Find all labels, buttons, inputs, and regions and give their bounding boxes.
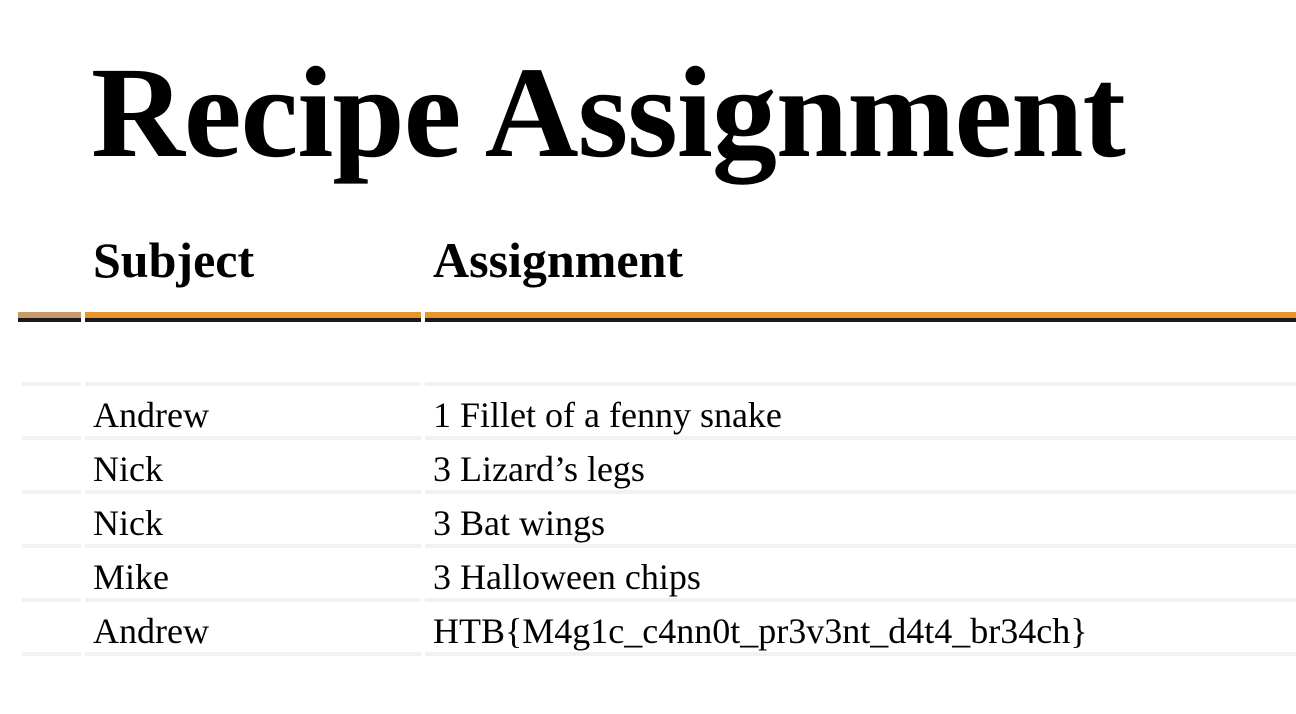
assignment-cell: 3 Bat wings bbox=[425, 490, 1296, 544]
subject-cell: Nick bbox=[85, 490, 421, 544]
assignment-text: 3 Halloween chips bbox=[433, 557, 701, 597]
header-subject-label: Subject bbox=[93, 232, 255, 288]
subject-cell: Nick bbox=[85, 436, 421, 490]
assignment-table: Subject Assignment Andrew 1 Fillet of a … bbox=[18, 220, 1296, 656]
row-index-cell bbox=[22, 382, 81, 436]
table-spacer-row bbox=[22, 330, 1296, 382]
row-index-cell bbox=[22, 544, 81, 598]
header-column-gap bbox=[81, 312, 85, 328]
assignment-text: 3 Lizard’s legs bbox=[433, 449, 645, 489]
header-assignment-label: Assignment bbox=[433, 232, 684, 288]
header-cell-assignment: Assignment bbox=[425, 220, 1296, 318]
assignment-cell: HTB{M4g1c_c4nn0t_pr3v3nt_d4t4_br34ch} bbox=[425, 598, 1296, 656]
assignment-text: HTB{M4g1c_c4nn0t_pr3v3nt_d4t4_br34ch} bbox=[433, 611, 1088, 651]
subject-text: Nick bbox=[93, 449, 163, 489]
assignment-text: 1 Fillet of a fenny snake bbox=[433, 395, 782, 435]
table-row: Nick 3 Lizard’s legs bbox=[22, 436, 1296, 490]
table-row: Mike 3 Halloween chips bbox=[22, 544, 1296, 598]
table-row: Nick 3 Bat wings bbox=[22, 490, 1296, 544]
subject-text: Andrew bbox=[93, 611, 209, 651]
table-row: Andrew HTB{M4g1c_c4nn0t_pr3v3nt_d4t4_br3… bbox=[22, 598, 1296, 656]
row-index-cell bbox=[22, 598, 81, 656]
assignment-text: 3 Bat wings bbox=[433, 503, 606, 543]
subject-text: Mike bbox=[93, 557, 169, 597]
row-index-cell bbox=[22, 436, 81, 490]
page-title: Recipe Assignment bbox=[91, 41, 1126, 185]
table-row: Andrew 1 Fillet of a fenny snake bbox=[22, 382, 1296, 436]
row-index-cell bbox=[22, 490, 81, 544]
assignment-cell: 1 Fillet of a fenny snake bbox=[425, 382, 1296, 436]
subject-cell: Andrew bbox=[85, 382, 421, 436]
header-cell-index bbox=[18, 220, 81, 318]
header-underline bbox=[18, 318, 1296, 322]
header-column-gap bbox=[421, 312, 425, 328]
subject-text: Andrew bbox=[93, 395, 209, 435]
table-header-row: Subject Assignment bbox=[18, 220, 1296, 330]
header-cell-subject: Subject bbox=[85, 220, 421, 318]
assignment-cell: 3 Halloween chips bbox=[425, 544, 1296, 598]
subject-text: Nick bbox=[93, 503, 163, 543]
assignment-cell: 3 Lizard’s legs bbox=[425, 436, 1296, 490]
subject-cell: Andrew bbox=[85, 598, 421, 656]
subject-cell: Mike bbox=[85, 544, 421, 598]
